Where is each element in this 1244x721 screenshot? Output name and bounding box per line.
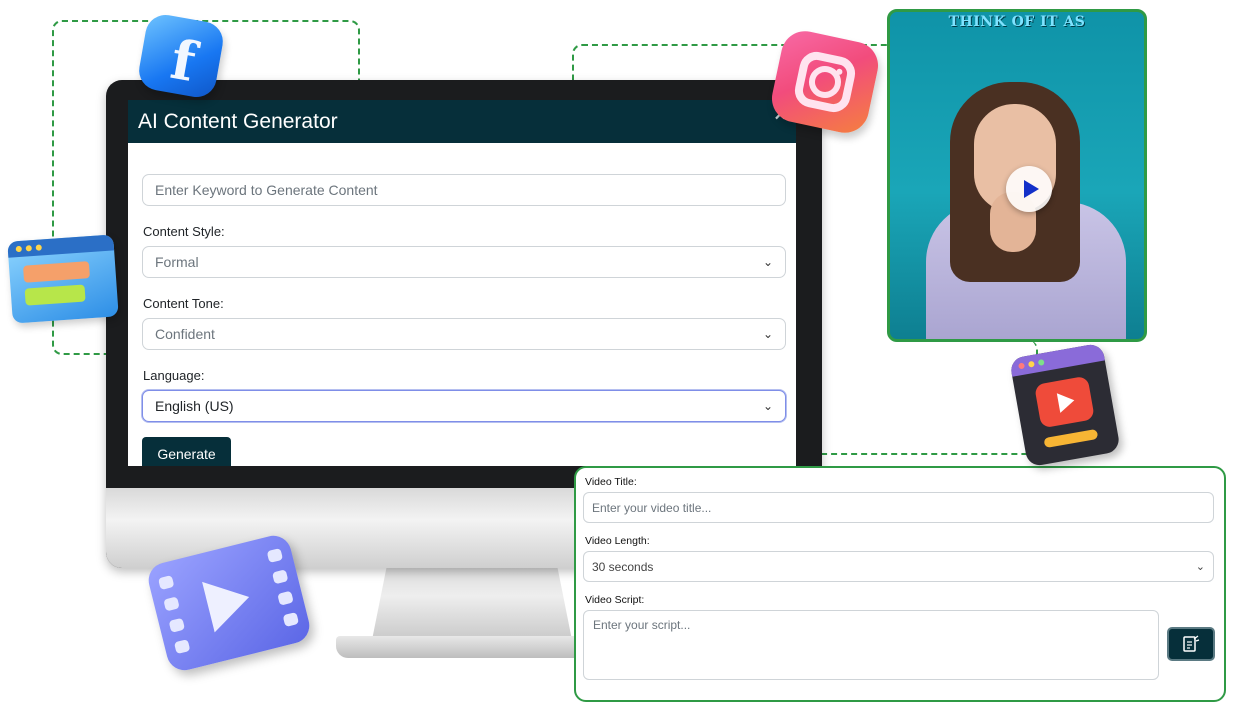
chevron-down-icon: ⌄	[1195, 561, 1205, 573]
chevron-down-icon: ⌄	[762, 255, 773, 269]
video-preview-card[interactable]: THINK OF IT AS	[887, 9, 1147, 342]
video-player-icon	[1009, 342, 1121, 468]
dashed-connector-right	[812, 340, 1038, 455]
language-label: Language:	[143, 368, 205, 383]
language-select[interactable]: English (US) ⌄	[142, 390, 786, 422]
video-script-placeholder: Enter your script...	[593, 618, 691, 632]
language-value: English (US)	[155, 398, 234, 414]
content-tone-label: Content Tone:	[143, 296, 224, 311]
ai-content-generator-window: AI Content Generator × Enter Keyword to …	[128, 100, 796, 466]
video-length-label: Video Length:	[585, 535, 650, 547]
app-form: Enter Keyword to Generate Content Conten…	[128, 143, 796, 466]
monitor-stand	[372, 560, 572, 640]
app-title: AI Content Generator	[138, 109, 338, 133]
app-header: AI Content Generator ×	[128, 100, 796, 143]
video-title-placeholder: Enter your video title...	[592, 500, 712, 515]
content-style-value: Formal	[155, 254, 199, 270]
chevron-down-icon: ⌄	[762, 399, 773, 413]
video-caption: THINK OF IT AS	[948, 14, 1086, 30]
generate-script-button[interactable]	[1167, 627, 1215, 661]
facebook-icon: f	[135, 11, 227, 101]
generate-button[interactable]: Generate	[142, 437, 231, 466]
content-tone-value: Confident	[155, 326, 215, 342]
keyword-input[interactable]: Enter Keyword to Generate Content	[142, 174, 786, 206]
video-script-row: Enter your script...	[583, 610, 1224, 680]
play-icon	[1023, 180, 1039, 198]
content-style-label: Content Style:	[143, 224, 225, 239]
video-title-input[interactable]: Enter your video title...	[583, 492, 1214, 523]
content-style-select[interactable]: Formal ⌄	[142, 246, 786, 278]
video-form-card: Video Title: Enter your video title... V…	[574, 466, 1226, 702]
content-tone-select[interactable]: Confident ⌄	[142, 318, 786, 350]
play-button[interactable]	[1006, 166, 1052, 212]
video-title-label: Video Title:	[585, 476, 637, 488]
monitor-base	[336, 636, 606, 658]
keyword-placeholder: Enter Keyword to Generate Content	[155, 182, 378, 198]
browser-window-icon	[7, 234, 119, 324]
video-script-textarea[interactable]: Enter your script...	[583, 610, 1159, 680]
chevron-down-icon: ⌄	[762, 327, 773, 341]
video-length-value: 30 seconds	[592, 559, 654, 574]
video-length-select[interactable]: 30 seconds ⌄	[583, 551, 1214, 582]
generate-script-icon	[1183, 635, 1200, 652]
video-script-label: Video Script:	[585, 594, 645, 606]
